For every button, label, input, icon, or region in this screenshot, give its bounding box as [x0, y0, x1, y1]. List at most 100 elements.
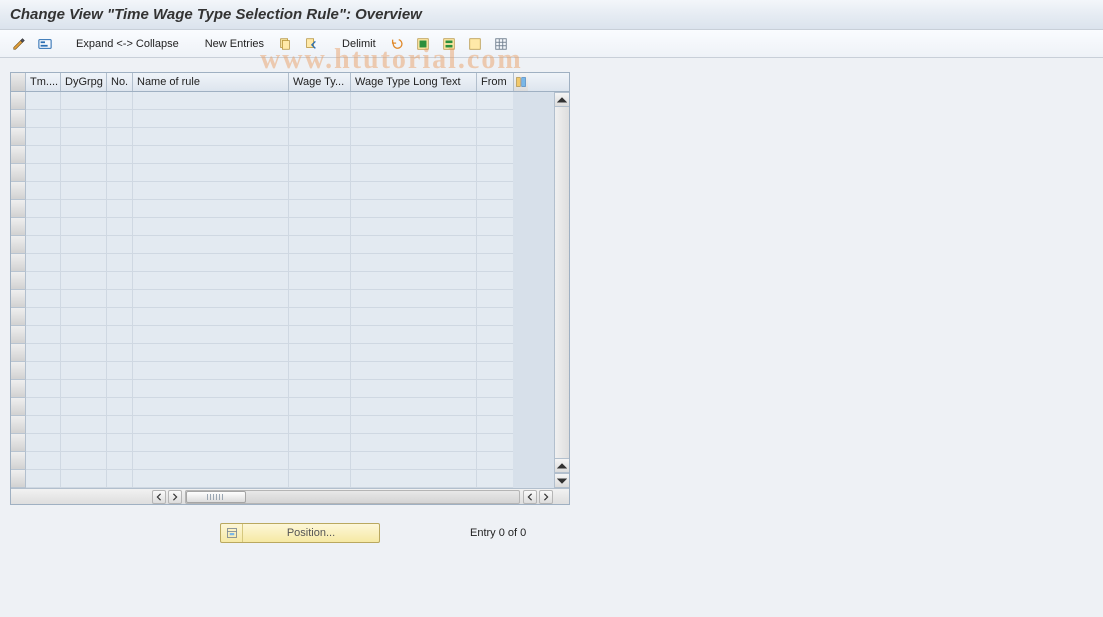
row-selector[interactable]	[11, 164, 26, 182]
table-cell[interactable]	[477, 218, 513, 236]
hscroll-right-icon[interactable]	[168, 490, 182, 504]
row-selector[interactable]	[11, 146, 26, 164]
table-cell[interactable]	[26, 164, 61, 182]
col-header-from[interactable]: From	[477, 73, 513, 91]
table-cell[interactable]	[61, 164, 107, 182]
table-row[interactable]	[11, 326, 554, 344]
table-row[interactable]	[11, 164, 554, 182]
table-cell[interactable]	[61, 146, 107, 164]
table-cell[interactable]	[289, 164, 351, 182]
row-selector[interactable]	[11, 200, 26, 218]
table-cell[interactable]	[133, 236, 289, 254]
table-cell[interactable]	[133, 92, 289, 110]
table-cell[interactable]	[133, 434, 289, 452]
table-cell[interactable]	[477, 182, 513, 200]
table-cell[interactable]	[289, 326, 351, 344]
table-row[interactable]	[11, 344, 554, 362]
table-cell[interactable]	[107, 182, 133, 200]
table-cell[interactable]	[133, 344, 289, 362]
row-selector[interactable]	[11, 182, 26, 200]
table-row[interactable]	[11, 380, 554, 398]
table-cell[interactable]	[61, 434, 107, 452]
table-cell[interactable]	[289, 200, 351, 218]
hscroll-track[interactable]	[185, 490, 520, 504]
row-selector[interactable]	[11, 218, 26, 236]
hscroll-left2-icon[interactable]	[523, 490, 537, 504]
table-cell[interactable]	[351, 164, 477, 182]
column-config-icon[interactable]	[513, 73, 528, 91]
table-cell[interactable]	[61, 326, 107, 344]
table-cell[interactable]	[107, 452, 133, 470]
table-cell[interactable]	[289, 254, 351, 272]
table-cell[interactable]	[477, 452, 513, 470]
row-selector[interactable]	[11, 362, 26, 380]
table-row[interactable]	[11, 434, 554, 452]
col-header-wagetype[interactable]: Wage Ty...	[289, 73, 351, 91]
table-cell[interactable]	[351, 218, 477, 236]
table-row[interactable]	[11, 92, 554, 110]
table-row[interactable]	[11, 452, 554, 470]
table-cell[interactable]	[289, 362, 351, 380]
table-cell[interactable]	[351, 470, 477, 488]
table-cell[interactable]	[289, 272, 351, 290]
table-cell[interactable]	[477, 128, 513, 146]
table-cell[interactable]	[351, 182, 477, 200]
table-cell[interactable]	[61, 308, 107, 326]
table-cell[interactable]	[133, 290, 289, 308]
table-cell[interactable]	[289, 344, 351, 362]
table-cell[interactable]	[133, 308, 289, 326]
table-cell[interactable]	[107, 470, 133, 488]
table-cell[interactable]	[26, 290, 61, 308]
expand-collapse-button[interactable]: Expand <-> Collapse	[70, 34, 185, 54]
row-selector[interactable]	[11, 344, 26, 362]
table-cell[interactable]	[477, 344, 513, 362]
vertical-scrollbar[interactable]	[554, 92, 569, 488]
table-cell[interactable]	[351, 128, 477, 146]
table-cell[interactable]	[26, 308, 61, 326]
table-row[interactable]	[11, 218, 554, 236]
table-cell[interactable]	[351, 380, 477, 398]
table-cell[interactable]	[61, 452, 107, 470]
table-row[interactable]	[11, 398, 554, 416]
table-row[interactable]	[11, 308, 554, 326]
table-cell[interactable]	[61, 344, 107, 362]
table-cell[interactable]	[133, 182, 289, 200]
horizontal-scrollbar[interactable]	[11, 488, 569, 504]
choose-fields-icon[interactable]	[34, 34, 56, 54]
table-cell[interactable]	[107, 272, 133, 290]
table-cell[interactable]	[351, 398, 477, 416]
table-cell[interactable]	[107, 146, 133, 164]
table-cell[interactable]	[133, 272, 289, 290]
table-cell[interactable]	[107, 164, 133, 182]
table-cell[interactable]	[133, 110, 289, 128]
delete-icon[interactable]	[300, 34, 322, 54]
table-cell[interactable]	[289, 110, 351, 128]
table-cell[interactable]	[477, 398, 513, 416]
table-cell[interactable]	[107, 416, 133, 434]
table-cell[interactable]	[477, 470, 513, 488]
table-cell[interactable]	[477, 164, 513, 182]
table-row[interactable]	[11, 128, 554, 146]
table-cell[interactable]	[61, 110, 107, 128]
table-cell[interactable]	[133, 416, 289, 434]
hscroll-right2-icon[interactable]	[539, 490, 553, 504]
hscroll-left-icon[interactable]	[152, 490, 166, 504]
table-cell[interactable]	[61, 92, 107, 110]
table-cell[interactable]	[107, 128, 133, 146]
table-cell[interactable]	[107, 326, 133, 344]
table-cell[interactable]	[61, 128, 107, 146]
row-selector[interactable]	[11, 416, 26, 434]
table-cell[interactable]	[26, 146, 61, 164]
table-cell[interactable]	[61, 254, 107, 272]
table-cell[interactable]	[26, 326, 61, 344]
table-cell[interactable]	[61, 200, 107, 218]
table-cell[interactable]	[477, 236, 513, 254]
table-cell[interactable]	[26, 398, 61, 416]
table-cell[interactable]	[477, 416, 513, 434]
table-cell[interactable]	[26, 200, 61, 218]
table-cell[interactable]	[289, 92, 351, 110]
table-cell[interactable]	[26, 470, 61, 488]
table-cell[interactable]	[351, 254, 477, 272]
table-row[interactable]	[11, 182, 554, 200]
col-header-name[interactable]: Name of rule	[133, 73, 289, 91]
